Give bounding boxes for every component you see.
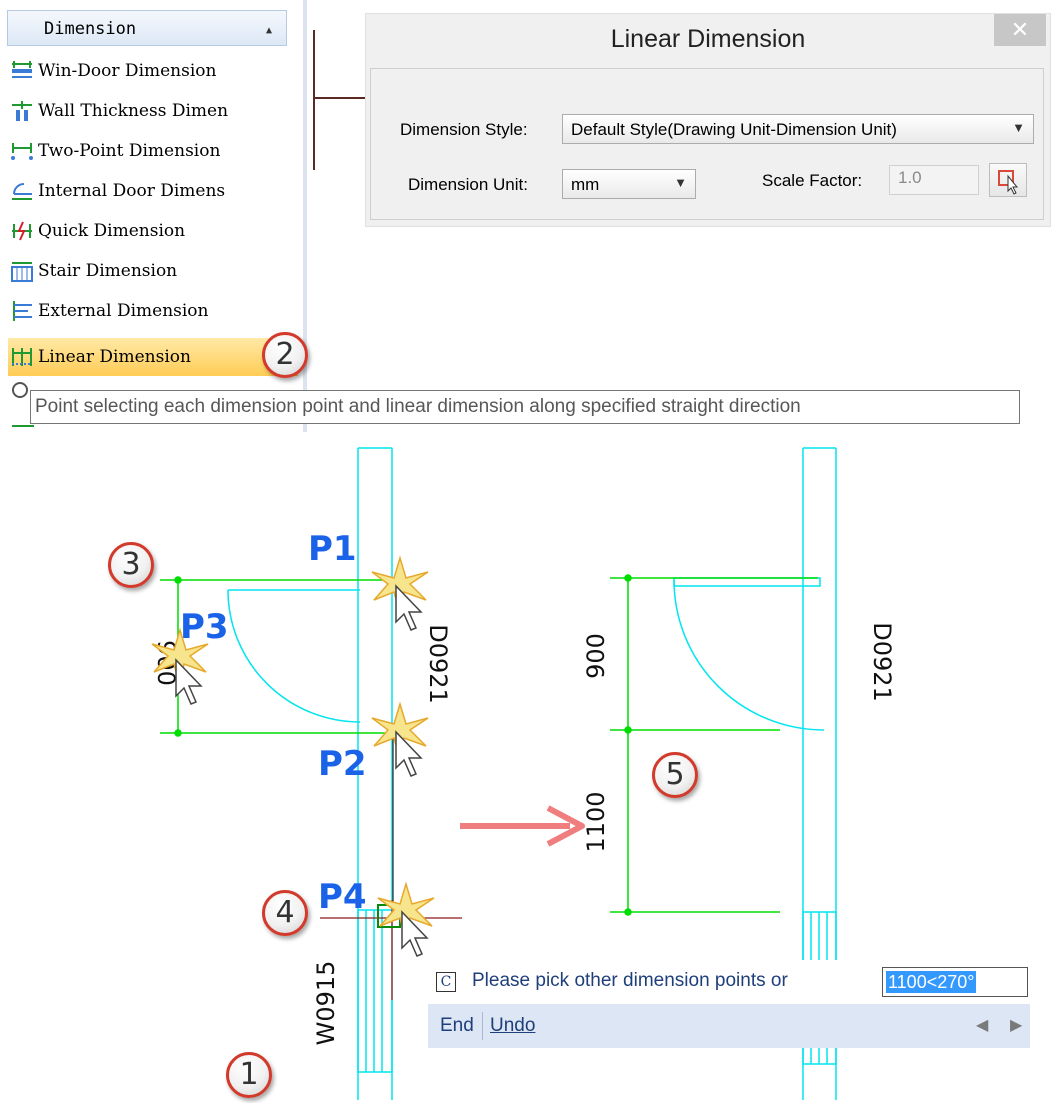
menu-item-label: Stair Dimension — [38, 261, 178, 281]
linear-dimension-tooltip: Point selecting each dimension point and… — [30, 390, 1020, 424]
right-dimension-lines — [610, 574, 818, 916]
scale-factor-input[interactable]: 1.0 — [889, 165, 979, 195]
left-door-tag: D0921 — [424, 624, 452, 704]
external-dimension-icon — [13, 301, 32, 321]
menu-item-win-door-dimension[interactable]: Win-Door Dimension — [8, 52, 298, 90]
pick-cursor-icon — [998, 170, 1019, 195]
command-line: C Please pick other dimension points or … — [428, 960, 1030, 1048]
pick-cursor-p2 — [371, 701, 429, 777]
command-prompt-text: Please pick other dimension points or — [472, 970, 788, 991]
callout-connector — [313, 30, 368, 170]
point-label-p3: P3 — [180, 607, 229, 647]
command-prompt-row: C Please pick other dimension points or … — [428, 960, 1030, 1004]
dimension-style-select[interactable]: Default Style(Drawing Unit-Dimension Uni… — [562, 114, 1034, 144]
command-input[interactable]: 1100<270° — [882, 967, 1028, 997]
chevron-down-icon: ▼ — [674, 175, 687, 190]
step-badge-4: 4 — [262, 890, 308, 936]
right-door-swing-arc — [673, 579, 825, 731]
right-dim-text-top: 900 — [582, 633, 610, 679]
menu-item-wall-thickness-dimension[interactable]: Wall Thickness Dimen — [8, 92, 298, 130]
point-labels: P1 P2 P3 P4 — [180, 529, 367, 917]
left-door-swing-arc — [227, 589, 361, 723]
right-door-tag: D0921 — [868, 622, 896, 702]
dimension-style-label: Dimension Style: — [400, 120, 528, 139]
menu-item-label: Internal Door Dimens — [38, 181, 226, 201]
step-badge-2: 2 — [262, 332, 308, 378]
right-dim-tick — [624, 726, 632, 734]
dimension-unit-select[interactable]: mm ▼ — [562, 169, 696, 199]
two-point-dimension-icon — [11, 143, 33, 160]
right-dim-tick — [624, 908, 632, 916]
scroll-left-icon[interactable]: ◀ — [976, 1015, 988, 1035]
menu-item-label: Two-Point Dimension — [38, 141, 221, 161]
dimension-unit-label: Dimension Unit: — [408, 175, 528, 194]
stair-dimension-icon — [11, 262, 33, 282]
linear-dimension-dialog: Linear Dimension ✕ Dimension Style: Defa… — [366, 14, 1050, 226]
dimension-style-value: Default Style(Drawing Unit-Dimension Uni… — [571, 120, 897, 139]
menu-item-quick-dimension[interactable]: Quick Dimension — [8, 212, 298, 250]
linear-dimension-icon — [12, 348, 32, 366]
menu-item-two-point-dimension[interactable]: Two-Point Dimension — [8, 132, 298, 170]
left-window-frame — [357, 909, 393, 1073]
chevron-down-icon: ▼ — [1012, 120, 1025, 135]
right-dim-tick — [624, 574, 632, 582]
left-dim-tick — [174, 729, 182, 737]
collapse-arrow-icon[interactable]: ▲ — [266, 25, 272, 36]
pick-cursor-p1 — [371, 555, 429, 631]
pick-cursor-p4 — [377, 881, 435, 957]
pick-scale-button[interactable] — [989, 163, 1027, 197]
menu-item-external-dimension[interactable]: External Dimension — [8, 292, 298, 330]
command-input-value: 1100<270° — [886, 971, 977, 993]
point-label-p4: P4 — [318, 877, 367, 917]
menu-item-label: Win-Door Dimension — [38, 61, 217, 81]
left-dimension-lines — [160, 576, 405, 737]
scale-factor-label: Scale Factor: — [762, 171, 863, 190]
menu-item-linear-dimension[interactable]: Linear Dimension — [8, 338, 298, 376]
internal-door-dimension-icon — [12, 183, 32, 200]
dimension-menu-panel: Dimension ▲ Win-Door Dimension Wall Thic… — [0, 0, 304, 432]
options-separator — [482, 1012, 483, 1040]
menu-item-label: Wall Thickness Dimen — [38, 101, 229, 121]
dialog-title: Linear Dimension — [610, 25, 806, 53]
wall-thickness-dimension-icon — [12, 101, 32, 121]
option-undo-button[interactable]: Undo — [490, 1015, 535, 1037]
menu-item-stair-dimension[interactable]: Stair Dimension — [8, 252, 298, 290]
result-arrow — [460, 805, 585, 847]
scroll-right-icon[interactable]: ▶ — [1010, 1015, 1022, 1035]
menu-item-internal-door-dimension[interactable]: Internal Door Dimens — [8, 172, 298, 210]
step-badge-5: 5 — [652, 752, 698, 798]
menu-item-label: Linear Dimension — [38, 347, 191, 367]
dialog-body: Dimension Style: Default Style(Drawing U… — [370, 68, 1044, 220]
left-dim-tick — [174, 576, 182, 584]
right-dim-text-bottom: 1100 — [582, 791, 610, 852]
step-badge-3: 3 — [108, 542, 154, 588]
win-door-dimension-icon — [12, 61, 32, 78]
menu-header-title: Dimension — [44, 19, 137, 39]
menu-item-label: External Dimension — [38, 301, 209, 321]
menu-header-dimension[interactable]: Dimension ▲ — [7, 10, 287, 46]
menu-item-label: Quick Dimension — [38, 221, 186, 241]
quick-dimension-icon — [12, 221, 32, 241]
dimension-unit-value: mm — [571, 175, 600, 194]
point-label-p1: P1 — [308, 529, 357, 569]
left-window-tag: W0915 — [312, 961, 340, 1046]
right-door-leaf — [673, 577, 821, 587]
step-badge-1: 1 — [226, 1052, 272, 1098]
option-end-button[interactable]: End — [440, 1015, 474, 1037]
point-label-p2: P2 — [318, 744, 367, 784]
command-icon: C — [436, 972, 456, 992]
command-options-row: End Undo ◀ ▶ — [428, 1004, 1030, 1048]
close-icon[interactable]: ✕ — [994, 14, 1046, 46]
